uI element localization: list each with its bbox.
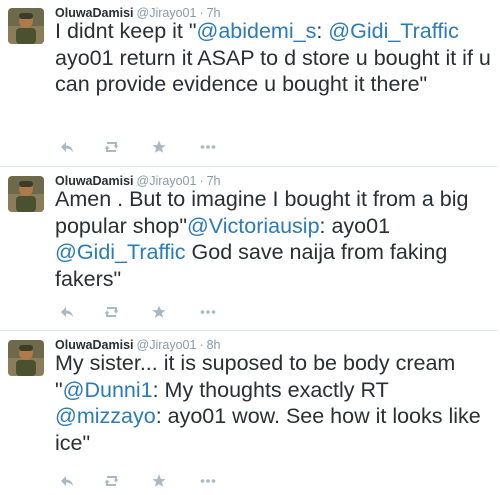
avatar[interactable] <box>8 340 44 376</box>
mention-link[interactable]: @Dunni1 <box>63 378 153 402</box>
mention-link[interactable]: @mizzayo <box>55 404 156 428</box>
avatar[interactable] <box>8 8 44 44</box>
more-icon[interactable] <box>200 305 216 324</box>
reply-icon[interactable] <box>60 474 74 493</box>
favorite-icon[interactable] <box>152 140 166 159</box>
reply-icon[interactable] <box>60 140 74 159</box>
tweet[interactable]: OluwaDamisi @Jirayo01 · 7h Amen . But to im… <box>0 168 498 331</box>
tweet-text: Amen . But to imagine I bought it from a… <box>55 186 495 292</box>
retweet-icon[interactable] <box>104 305 122 324</box>
mention-link[interactable]: @abidemi_s <box>197 19 317 43</box>
tweet-text-segment: : My thoughts exactly RT <box>152 377 389 402</box>
favorite-icon[interactable] <box>152 474 166 493</box>
more-icon[interactable] <box>200 140 216 159</box>
reply-icon[interactable] <box>60 305 74 324</box>
tweet[interactable]: OluwaDamisi @Jirayo01 · 8h My sister... it … <box>0 332 498 495</box>
tweet-text-segment: : ayo01 <box>319 213 391 238</box>
retweet-icon[interactable] <box>104 474 122 493</box>
mention-link[interactable]: @Gidi_Traffic <box>55 240 186 264</box>
tweet-text: My sister... it is suposed to be body cr… <box>55 350 495 456</box>
retweet-icon[interactable] <box>104 140 122 159</box>
mention-link[interactable]: @Gidi_Traffic <box>328 19 459 43</box>
avatar[interactable] <box>8 176 44 212</box>
tweet-text-segment: : <box>316 19 329 43</box>
tweet[interactable]: OluwaDamisi @Jirayo01 · 7h I didnt keep it … <box>0 0 498 167</box>
mention-link[interactable]: @Victoriausip <box>187 214 320 238</box>
tweet-text-segment: I didnt keep it " <box>55 19 197 43</box>
tweet-text-segment: ayo01 return it ASAP to d store u bought… <box>55 45 491 97</box>
more-icon[interactable] <box>200 474 216 493</box>
favorite-icon[interactable] <box>152 305 166 324</box>
tweet-text: I didnt keep it "@abidemi_s: @Gidi_Traff… <box>55 18 495 98</box>
